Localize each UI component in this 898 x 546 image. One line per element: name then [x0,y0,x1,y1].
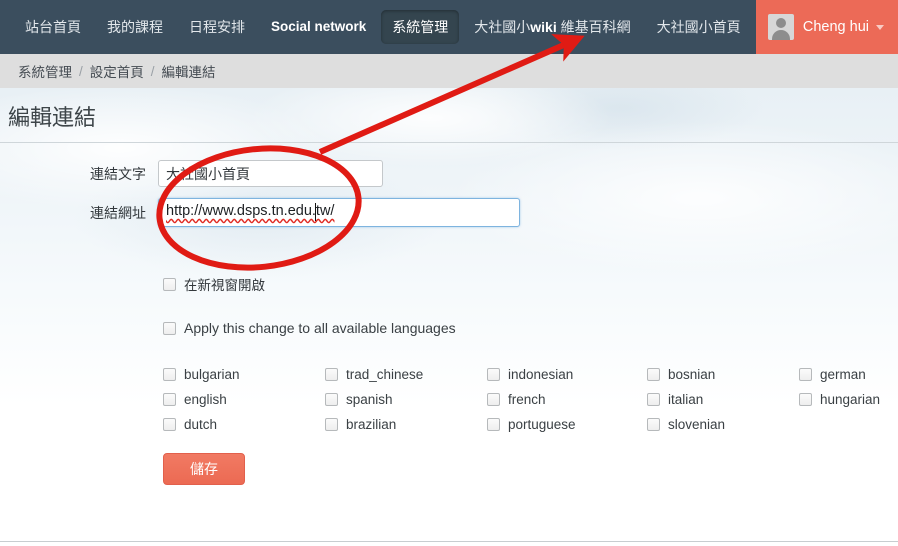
language-label: bulgarian [184,367,240,382]
open-new-window-option[interactable]: 在新視窗開啟 [163,274,265,294]
language-option-hungarian[interactable]: hungarian [799,387,898,412]
language-checkbox[interactable] [647,393,660,406]
title-divider [0,142,898,143]
language-label: dutch [184,417,218,432]
text-cursor [315,203,316,221]
language-option-brazilian[interactable]: brazilian [325,412,487,437]
language-option-slovenian[interactable]: slovenian [647,412,799,437]
language-label: brazilian [346,417,397,432]
save-button[interactable]: 儲存 [163,453,245,485]
language-label: spanish [346,392,393,407]
language-checkbox[interactable] [163,393,176,406]
link-url-input[interactable] [158,198,520,227]
language-label: italian [668,392,704,407]
nav-item-home[interactable]: 站台首頁 [14,10,92,44]
nav-item-system-admin[interactable]: 系統管理 [381,10,460,44]
language-label: bosnian [668,367,716,382]
apply-all-languages-checkbox[interactable] [163,321,176,335]
link-url-wrapper: http://www.dsps.tn.edu.tw/ [158,198,520,227]
nav-item-schedule[interactable]: 日程安排 [178,10,256,44]
form-row-link-url: 連結網址 http://www.dsps.tn.edu.tw/ [0,198,898,227]
page-header: 編輯連結 [0,96,898,143]
language-checkbox[interactable] [325,418,338,431]
language-option-bosnian[interactable]: bosnian [647,362,799,387]
footer-divider [0,541,898,542]
language-label: slovenian [668,417,726,432]
language-option-german[interactable]: german [799,362,898,387]
language-option-dutch[interactable]: dutch [163,412,325,437]
open-new-window-label: 在新視窗開啟 [184,278,265,293]
language-option-trad-chinese[interactable]: trad_chinese [325,362,487,387]
language-grid-filler [799,412,898,437]
language-checkbox[interactable] [487,418,500,431]
apply-all-languages-row[interactable]: Apply this change to all available langu… [163,320,456,336]
nav-item-wiki[interactable]: 大社國小wiki 維基百科網 [463,10,641,44]
user-menu[interactable]: Cheng hui [755,0,898,54]
language-checkbox[interactable] [325,393,338,406]
chevron-down-icon [876,24,884,30]
language-checkbox-grid: bulgarian trad_chinese indonesian bosnia… [163,362,893,437]
language-checkbox[interactable] [799,393,812,406]
breadcrumb-item-homepage-settings[interactable]: 設定首頁 [90,61,144,81]
language-checkbox[interactable] [799,368,812,381]
breadcrumb-item-system-admin[interactable]: 系統管理 [18,61,72,81]
apply-all-languages-option[interactable]: Apply this change to all available langu… [163,320,456,336]
page-title: 編輯連結 [8,105,97,130]
link-text-input[interactable] [158,160,383,187]
breadcrumb-separator: / [150,63,155,79]
language-label: german [820,367,866,382]
nav-item-my-courses[interactable]: 我的課程 [96,10,174,44]
language-option-portuguese[interactable]: portuguese [487,412,647,437]
nav-item-social-network[interactable]: Social network [260,10,377,44]
language-checkbox[interactable] [163,418,176,431]
language-label: trad_chinese [346,367,424,382]
link-url-label: 連結網址 [90,204,146,221]
link-text-label: 連結文字 [90,165,146,182]
breadcrumb: 系統管理 / 設定首頁 / 編輯連結 [0,54,898,88]
language-checkbox[interactable] [325,368,338,381]
language-option-english[interactable]: english [163,387,325,412]
breadcrumb-item-edit-link: 編輯連結 [161,65,216,80]
language-option-french[interactable]: french [487,387,647,412]
user-name-label: Cheng hui [802,19,869,35]
language-checkbox[interactable] [487,368,500,381]
language-checkbox[interactable] [647,368,660,381]
language-option-bulgarian[interactable]: bulgarian [163,362,325,387]
top-navbar: 站台首頁 我的課程 日程安排 Social network 系統管理 大社國小w… [0,0,898,54]
open-new-window-checkbox[interactable] [163,277,176,291]
user-avatar-icon [767,14,794,40]
language-option-italian[interactable]: italian [647,387,799,412]
form-row-link-text: 連結文字 [0,160,898,187]
language-label: french [508,392,546,407]
language-label: hungarian [820,392,881,407]
language-checkbox[interactable] [163,368,176,381]
open-new-window-row[interactable]: 在新視窗開啟 [163,274,265,294]
nav-item-school-homepage[interactable]: 大社國小首頁 [646,10,752,44]
app-window: 站台首頁 我的課程 日程安排 Social network 系統管理 大社國小w… [0,0,898,546]
language-label: indonesian [508,367,574,382]
language-option-spanish[interactable]: spanish [325,387,487,412]
language-option-indonesian[interactable]: indonesian [487,362,647,387]
language-label: portuguese [508,417,576,432]
language-checkbox[interactable] [647,418,660,431]
edit-link-form: 連結文字 連結網址 http://www.dsps.tn.edu.tw/ [0,160,898,238]
apply-all-languages-label: Apply this change to all available langu… [184,320,456,336]
breadcrumb-separator: / [79,63,83,79]
language-checkbox[interactable] [487,393,500,406]
language-label: english [184,392,227,407]
nav-item-list: 站台首頁 我的課程 日程安排 Social network 系統管理 大社國小w… [0,0,756,54]
